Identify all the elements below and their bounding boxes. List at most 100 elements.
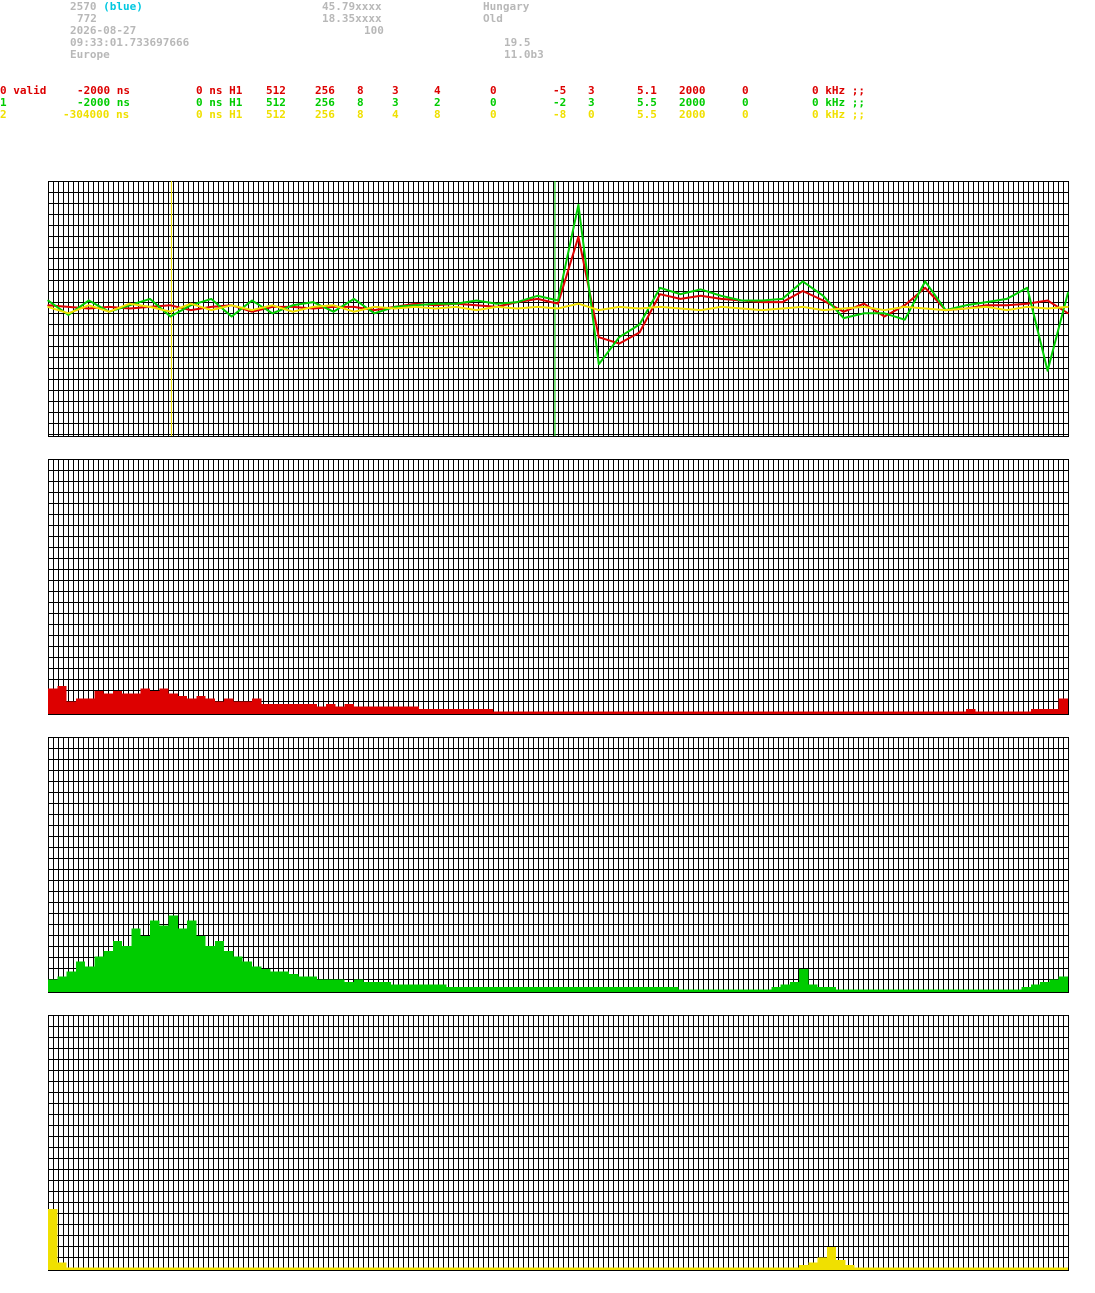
bar-24 bbox=[270, 1267, 280, 1270]
bar-54 bbox=[548, 711, 558, 714]
bar-20 bbox=[233, 701, 243, 714]
bar-29 bbox=[316, 706, 327, 714]
bar-101 bbox=[984, 989, 994, 992]
bar-79 bbox=[780, 984, 790, 992]
series-2-point-6 bbox=[169, 310, 172, 313]
bar-100 bbox=[975, 989, 985, 992]
bar-54 bbox=[548, 986, 558, 992]
bar-94 bbox=[919, 711, 929, 714]
bar-105 bbox=[1021, 1267, 1031, 1270]
series-2-point-30 bbox=[659, 306, 661, 308]
bar-21 bbox=[242, 1267, 252, 1270]
bar-24 bbox=[270, 971, 280, 992]
bar-61 bbox=[613, 1267, 623, 1270]
bar-25 bbox=[279, 971, 290, 992]
bar-5 bbox=[94, 691, 104, 714]
series-2-point-32 bbox=[700, 309, 702, 311]
series-2-point-33 bbox=[720, 306, 722, 308]
bar-8 bbox=[122, 946, 132, 992]
bar-26 bbox=[289, 1267, 299, 1270]
bar-42 bbox=[437, 1267, 447, 1270]
bar-22 bbox=[252, 698, 262, 714]
series-2-point-39 bbox=[842, 307, 845, 310]
bar-38 bbox=[400, 706, 410, 714]
bar-103 bbox=[1003, 711, 1013, 714]
bar-37 bbox=[391, 1267, 401, 1270]
series-2-point-25 bbox=[557, 307, 559, 310]
bar-30 bbox=[326, 1267, 336, 1270]
bar-94 bbox=[919, 1267, 929, 1270]
bar-35 bbox=[372, 706, 382, 714]
series-2-point-10 bbox=[251, 309, 253, 311]
grid-lines bbox=[48, 459, 1069, 714]
series-0-point-1 bbox=[67, 306, 70, 308]
series-0-point-48 bbox=[1026, 302, 1028, 305]
bar-12 bbox=[159, 1267, 169, 1270]
series-2-point-17 bbox=[394, 307, 396, 310]
bar-106 bbox=[1030, 1267, 1041, 1270]
bar-33 bbox=[354, 706, 364, 714]
bar-62 bbox=[622, 711, 633, 714]
bar-11 bbox=[150, 1267, 160, 1270]
bar-94 bbox=[919, 989, 929, 992]
bar-93 bbox=[910, 711, 920, 714]
series-1-point-18 bbox=[414, 304, 417, 307]
series-2-point-13 bbox=[312, 306, 315, 308]
series-0-point-16 bbox=[373, 309, 376, 311]
series-0-point-42 bbox=[904, 304, 906, 307]
bar-14 bbox=[177, 928, 188, 992]
bar-47 bbox=[483, 708, 494, 714]
series-2-point-29 bbox=[638, 307, 641, 310]
series-1-point-27 bbox=[598, 363, 600, 366]
bar-76 bbox=[752, 1267, 762, 1270]
bar-73 bbox=[724, 711, 735, 714]
bar-80 bbox=[789, 981, 800, 992]
bar-96 bbox=[938, 1267, 948, 1270]
series-2-point-14 bbox=[332, 304, 335, 307]
bar-101 bbox=[984, 1267, 994, 1270]
bar-21 bbox=[242, 961, 252, 992]
series-2-point-4 bbox=[128, 302, 131, 305]
series-0-point-30 bbox=[659, 293, 661, 295]
bar-97 bbox=[947, 1267, 957, 1270]
bar-37 bbox=[391, 984, 401, 992]
bar-72 bbox=[715, 711, 725, 714]
grid-path bbox=[48, 1015, 1069, 1270]
bar-41 bbox=[428, 1267, 438, 1270]
bar-103 bbox=[1003, 989, 1013, 992]
series-1-point-14 bbox=[332, 310, 335, 313]
bar-96 bbox=[938, 711, 948, 714]
ch2-c3: 512 bbox=[266, 108, 286, 121]
bar-95 bbox=[928, 1267, 939, 1270]
bar-87 bbox=[854, 1267, 864, 1270]
bar-39 bbox=[409, 1267, 419, 1270]
bar-102 bbox=[993, 1267, 1004, 1270]
series-0-point-29 bbox=[638, 331, 641, 334]
series-2-point-36 bbox=[781, 307, 784, 310]
spectrum-chart-ch0 bbox=[48, 459, 1069, 715]
bar-42 bbox=[437, 984, 447, 992]
bar-49 bbox=[502, 986, 512, 992]
bar-46 bbox=[474, 1267, 484, 1270]
series-1-point-35 bbox=[761, 299, 763, 302]
series-2-point-18 bbox=[414, 306, 417, 308]
bar-108 bbox=[1049, 1267, 1059, 1270]
bar-67 bbox=[669, 986, 679, 992]
bar-30 bbox=[326, 979, 336, 992]
series-0-point-49 bbox=[1046, 299, 1049, 302]
series-2-point-2 bbox=[88, 304, 90, 307]
bar-73 bbox=[724, 989, 735, 992]
bar-9 bbox=[131, 928, 141, 992]
bar-85 bbox=[836, 1259, 846, 1270]
series-1-point-39 bbox=[842, 317, 845, 319]
bar-60 bbox=[604, 986, 614, 992]
bar-47 bbox=[483, 986, 494, 992]
bar-5 bbox=[94, 956, 104, 992]
ch2-c11: 5.5 bbox=[637, 108, 657, 121]
bar-75 bbox=[743, 989, 753, 992]
station-id-note: (blue) bbox=[103, 0, 143, 13]
channel-row-0: 0 valid -2000 ns 0 ns H1 512 256 8 3 4 0… bbox=[0, 85, 1095, 97]
bar-78 bbox=[771, 711, 781, 714]
bar-107 bbox=[1040, 1267, 1050, 1270]
series-0-point-8 bbox=[210, 306, 212, 308]
